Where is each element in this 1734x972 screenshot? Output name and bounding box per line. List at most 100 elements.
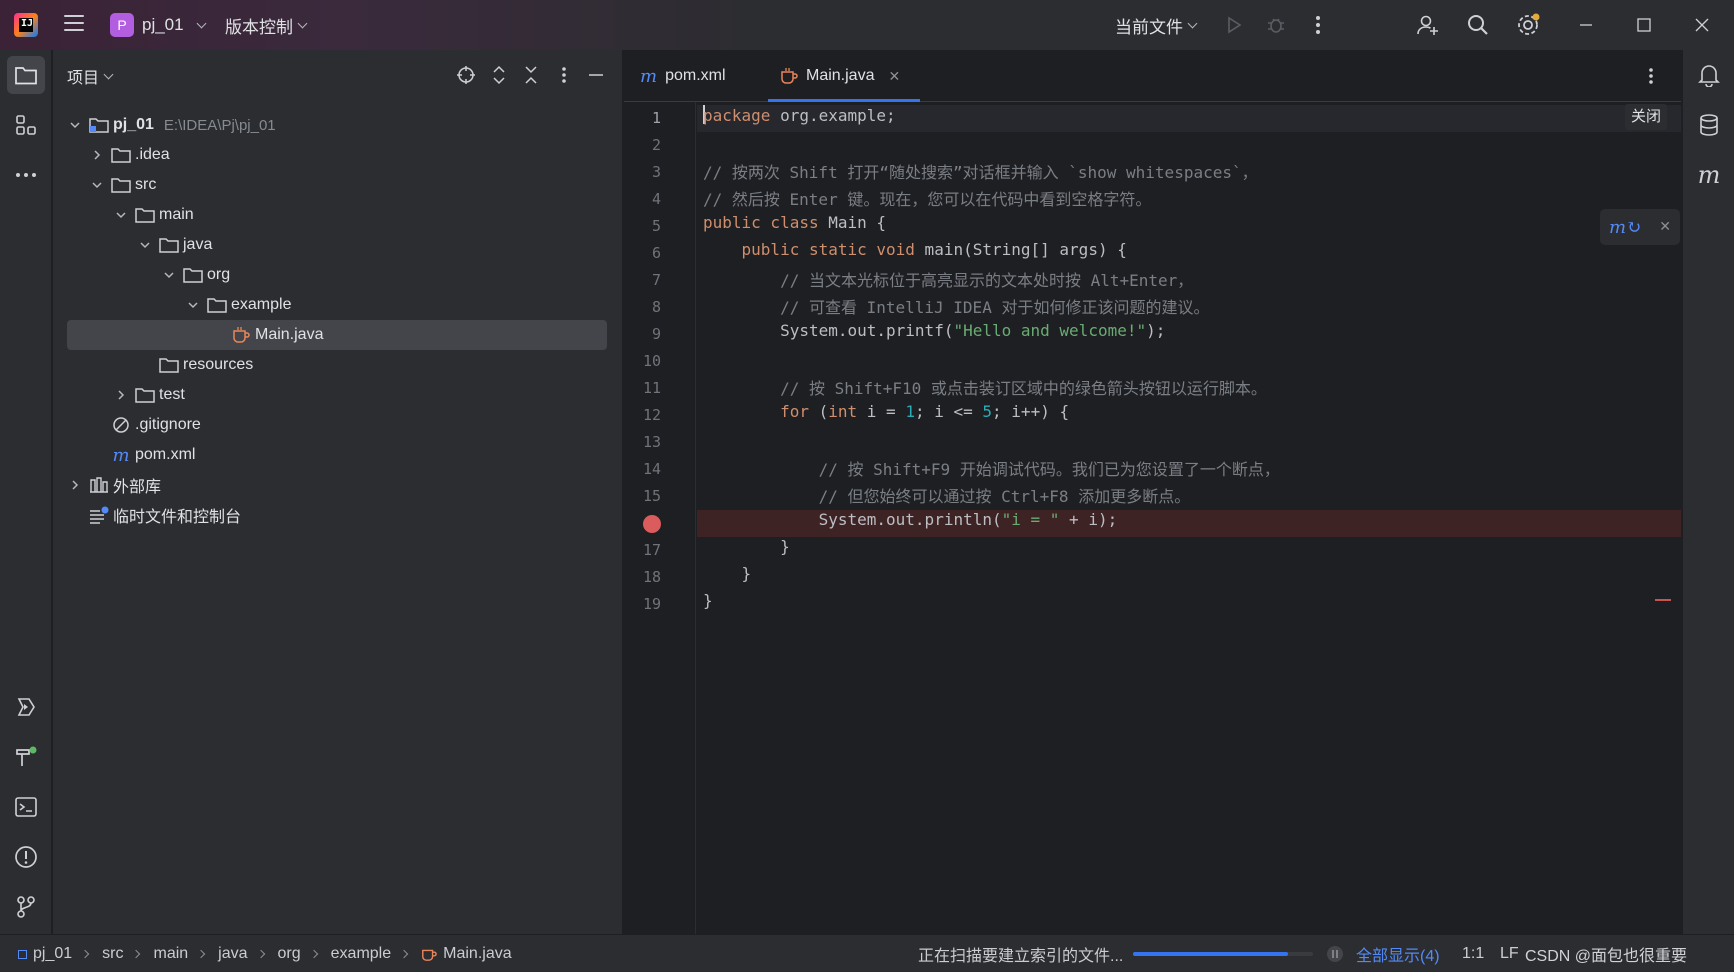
tabs-options-icon[interactable] <box>1648 50 1668 102</box>
maximize-window-icon[interactable] <box>1616 0 1672 50</box>
chevron-down-icon[interactable] <box>67 117 83 133</box>
maven-tool-icon[interactable]: m <box>1690 156 1728 194</box>
code-token: } <box>741 564 752 583</box>
database-icon[interactable] <box>1690 106 1728 144</box>
tree-item-label: java <box>183 236 213 253</box>
tree-item-gitignore[interactable]: .gitignore <box>67 410 607 440</box>
java-file-icon <box>780 67 798 85</box>
search-icon[interactable] <box>1464 11 1492 39</box>
add-user-icon[interactable] <box>1414 11 1442 39</box>
editor-gutter[interactable]: 1 2 3 4 5 6 7 8 9 10 11 12 13 14 15 17 1… <box>624 102 696 934</box>
tree-item-pj-01[interactable]: pj_01 E:\IDEA\Pj\pj_01 <box>67 110 607 140</box>
collapse-all-icon[interactable] <box>520 64 542 86</box>
project-selector[interactable]: P pj_01 <box>110 12 207 38</box>
chevron-down-icon[interactable] <box>161 267 177 283</box>
close-tab-icon[interactable]: ✕ <box>888 68 900 85</box>
show-all-tasks-link[interactable]: 全部显示(4) <box>1356 935 1440 972</box>
caret-position[interactable]: 1:1 <box>1462 935 1484 972</box>
status-bar: pj_01 src main java org example Main.jav… <box>0 934 1734 972</box>
breadcrumb-item-org[interactable]: org <box>278 945 301 963</box>
expand-all-icon[interactable] <box>488 64 510 86</box>
panel-options-icon[interactable] <box>553 64 575 86</box>
structure-icon[interactable] <box>7 106 45 144</box>
minimize-window-icon[interactable] <box>1558 0 1614 50</box>
settings-gear-icon[interactable] <box>1514 11 1542 39</box>
tree-item-pom-xml[interactable]: m pom.xml <box>67 440 607 470</box>
run-config-selector[interactable]: 当前文件 <box>1115 12 1198 38</box>
tree-item-example[interactable]: example <box>67 290 607 320</box>
maven-reload-popup: m↻ ✕ <box>1600 209 1680 245</box>
tree-item-scratches[interactable]: 临时文件和控制台 <box>67 500 607 530</box>
breadcrumb-label: org <box>277 945 301 962</box>
breadcrumb-item-src[interactable]: src <box>102 945 123 963</box>
tab-main-java[interactable]: Main.java ✕ <box>768 50 920 102</box>
breadcrumb-label: example <box>330 945 392 962</box>
chevron-right-icon[interactable] <box>89 147 105 163</box>
module-square-icon <box>18 949 27 959</box>
close-hint-button[interactable]: 关闭 <box>1624 104 1667 130</box>
intellij-logo-icon[interactable]: IJ <box>14 13 38 37</box>
git-branch-icon[interactable] <box>7 888 45 926</box>
hide-panel-icon[interactable] <box>585 64 607 86</box>
indexing-status-text[interactable]: 正在扫描要建立索引的文件... <box>918 935 1123 972</box>
tree-item-idea[interactable]: .idea <box>67 140 607 170</box>
chevron-right-icon[interactable] <box>113 387 129 403</box>
locate-file-icon[interactable] <box>455 64 477 86</box>
tree-item-resources[interactable]: resources <box>67 350 607 380</box>
vcs-label: 版本控制 <box>225 17 293 37</box>
code-string: "i = " <box>1001 510 1060 529</box>
close-popup-icon[interactable]: ✕ <box>1659 219 1671 235</box>
breakpoint-icon[interactable] <box>643 515 661 533</box>
tree-item-label: Main.java <box>255 326 324 343</box>
build-hammer-icon[interactable] <box>7 738 45 776</box>
problems-icon[interactable] <box>7 838 45 876</box>
more-actions-icon[interactable] <box>1304 11 1332 39</box>
chevron-down-icon[interactable] <box>185 297 201 313</box>
tree-item-org[interactable]: org <box>67 260 607 290</box>
breadcrumb-item-example[interactable]: example <box>331 945 391 963</box>
chevron-down-icon <box>1187 18 1198 28</box>
chevron-down-icon[interactable] <box>89 177 105 193</box>
tree-item-external-libraries[interactable]: 外部库 <box>67 470 607 500</box>
code-line-6: public static void main(String[] args) { <box>697 240 1681 267</box>
project-panel-title: 项目 <box>67 70 100 87</box>
breadcrumb-label: pj_01 <box>33 945 73 962</box>
debug-icon[interactable] <box>1262 11 1290 39</box>
run-icon[interactable] <box>1220 11 1248 39</box>
breadcrumb-item-java[interactable]: java <box>218 945 247 963</box>
line-number: 9 <box>651 325 661 343</box>
vcs-menu[interactable]: 版本控制 <box>225 12 308 38</box>
line-number: 1 <box>651 109 661 127</box>
tree-item-main-java[interactable]: Main.java <box>67 320 607 350</box>
error-stripe-mark[interactable] <box>1655 599 1671 601</box>
breadcrumb-item-main[interactable]: main <box>153 945 188 963</box>
resources-folder-icon <box>159 356 179 374</box>
services-run-icon[interactable] <box>7 688 45 726</box>
tab-pom-xml[interactable]: m pom.xml <box>640 50 764 102</box>
tree-item-src[interactable]: src <box>67 170 607 200</box>
tree-item-java[interactable]: java <box>67 230 607 260</box>
tree-item-test[interactable]: test <box>67 380 607 410</box>
project-view-selector[interactable]: 项目 <box>67 64 114 88</box>
code-token: ; i++) { <box>992 402 1070 421</box>
maven-reload-icon[interactable]: m↻ <box>1609 217 1641 238</box>
pause-indexing-icon[interactable] <box>1326 935 1344 972</box>
project-tool-folder-icon[interactable] <box>7 56 45 94</box>
breadcrumb-item-main-java[interactable]: Main.java <box>421 945 512 963</box>
chevron-down-icon <box>297 18 308 28</box>
main-menu-icon[interactable] <box>64 15 84 33</box>
line-number: 10 <box>642 352 661 370</box>
chevron-down-icon[interactable] <box>137 237 153 253</box>
tree-item-main[interactable]: main <box>67 200 607 230</box>
close-window-icon[interactable] <box>1674 0 1730 50</box>
breadcrumb-item-pj-01[interactable]: pj_01 <box>18 945 72 963</box>
more-tool-windows-icon[interactable] <box>7 156 45 194</box>
terminal-icon[interactable] <box>7 788 45 826</box>
java-file-icon <box>421 946 437 962</box>
code-editor[interactable]: package org.example; // 按两次 Shift 打开“随处搜… <box>697 102 1681 934</box>
line-separator[interactable]: LF <box>1500 935 1519 972</box>
notifications-bell-icon[interactable] <box>1690 56 1728 94</box>
chevron-down-icon[interactable] <box>113 207 129 223</box>
chevron-right-icon[interactable] <box>67 477 83 493</box>
line-number: 5 <box>651 217 661 235</box>
